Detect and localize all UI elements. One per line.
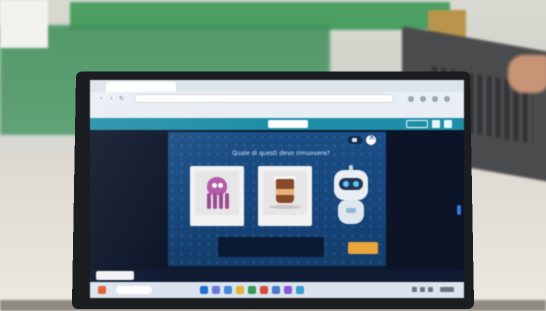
wifi-icon[interactable] xyxy=(412,287,417,292)
robot-mascot xyxy=(334,165,368,200)
header-button[interactable] xyxy=(406,120,428,128)
progress-indicator xyxy=(268,120,308,128)
menu-icon[interactable] xyxy=(444,96,450,102)
system-tray[interactable] xyxy=(410,286,458,294)
navigation-row: ‹ › ↻ xyxy=(90,93,464,105)
profile-icon[interactable] xyxy=(432,96,438,102)
left-background xyxy=(90,130,168,270)
app-icon[interactable] xyxy=(272,286,280,294)
chrome-icon[interactable] xyxy=(248,286,256,294)
answer-card-octopus[interactable] xyxy=(190,166,244,226)
student-hand xyxy=(508,55,546,93)
scroll-handle[interactable] xyxy=(457,205,461,215)
octopus-leg xyxy=(207,193,211,209)
octopus-eye xyxy=(218,183,223,188)
explorer-icon[interactable] xyxy=(236,286,244,294)
edge-icon[interactable] xyxy=(224,286,232,294)
clock[interactable] xyxy=(440,287,454,292)
question-title: Quale di questi devo rimuovere? xyxy=(232,150,330,157)
taskbar-search[interactable] xyxy=(116,286,152,294)
app-header xyxy=(90,118,464,130)
coffee-band xyxy=(276,189,294,195)
battery-icon[interactable] xyxy=(428,287,433,292)
header-icon[interactable] xyxy=(432,120,440,128)
quiz-modal: Quale di questi devo rimuovere? xyxy=(168,132,386,266)
octopus-eye xyxy=(212,183,217,188)
robot-body xyxy=(338,200,364,224)
octopus-leg xyxy=(213,193,217,209)
robot-visor xyxy=(339,178,363,190)
robot-eye xyxy=(353,181,359,187)
laptop-screen: ‹ › ↻ Quale di questi devo rimuovere? × xyxy=(90,80,464,298)
app-icon[interactable] xyxy=(296,286,304,294)
windows-icon[interactable] xyxy=(200,286,208,294)
taskbar xyxy=(90,282,464,298)
header-icon[interactable] xyxy=(444,120,452,128)
app-icon[interactable] xyxy=(260,286,268,294)
browser-tab[interactable] xyxy=(106,82,176,92)
card-image xyxy=(195,171,239,215)
answer-card-coffee[interactable] xyxy=(258,166,312,226)
close-icon[interactable] xyxy=(366,133,376,145)
start-icon[interactable] xyxy=(98,286,106,294)
window-light xyxy=(0,0,48,48)
octopus-leg xyxy=(225,193,229,209)
next-button[interactable] xyxy=(348,242,378,254)
address-bar[interactable] xyxy=(134,94,394,103)
browser-chrome: ‹ › ↻ xyxy=(90,80,464,118)
coffee-shadow xyxy=(269,205,301,209)
notification-popup[interactable] xyxy=(96,271,134,280)
photo-scene: ‹ › ↻ Quale di questi devo rimuovere? × xyxy=(0,0,546,311)
app-icon[interactable] xyxy=(284,286,292,294)
forward-icon[interactable]: › xyxy=(108,95,115,102)
octopus-leg xyxy=(219,193,223,209)
volume-icon[interactable] xyxy=(420,287,425,292)
taskview-icon[interactable] xyxy=(212,286,220,294)
tab-strip xyxy=(90,80,464,92)
back-icon[interactable]: ‹ xyxy=(98,95,105,102)
robot-antenna xyxy=(349,165,353,171)
speaker-icon[interactable] xyxy=(348,136,362,144)
dialog-box xyxy=(218,237,324,257)
right-background xyxy=(386,130,464,270)
extension-icon[interactable] xyxy=(420,96,426,102)
robot-chest xyxy=(346,208,356,213)
extension-icon[interactable] xyxy=(408,96,414,102)
reload-icon[interactable]: ↻ xyxy=(118,95,125,102)
card-image xyxy=(263,171,307,215)
robot-eye xyxy=(343,181,349,187)
